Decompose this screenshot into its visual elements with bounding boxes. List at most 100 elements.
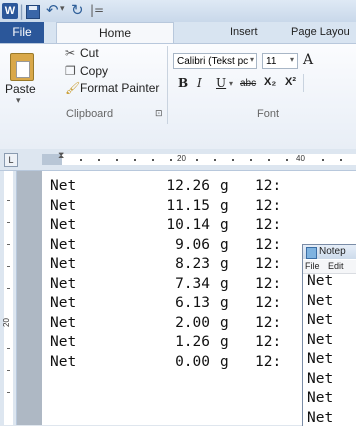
tab-page-layout[interactable]: Page Layou <box>291 22 350 43</box>
clipboard-launcher-icon[interactable]: ⊡ <box>155 108 163 119</box>
ruler-tick <box>98 159 100 161</box>
line-unit: g <box>220 334 229 350</box>
font-group-label: Font <box>257 108 280 120</box>
notepad-menu-file[interactable]: File <box>305 260 320 273</box>
qat-separator: | <box>19 2 25 20</box>
line-unit: g <box>220 295 229 311</box>
notepad-line: Net <box>307 292 334 309</box>
notepad-line: Net <box>307 390 334 406</box>
line-label: Net <box>50 334 77 350</box>
ruler-track <box>42 154 356 165</box>
line-time: 12: <box>255 236 282 253</box>
notepad-line: Net <box>307 409 334 426</box>
customize-qat-icon[interactable]: |= <box>90 3 104 17</box>
undo-dropdown-icon[interactable]: ▾ <box>60 4 65 14</box>
indent-marker-icon[interactable]: ⧗ <box>58 150 64 161</box>
line-value: 7.34 <box>175 275 210 292</box>
vertical-ruler-tick <box>7 392 10 393</box>
notepad-line: Net <box>307 351 334 367</box>
copy-button[interactable]: Copy <box>80 64 108 78</box>
subscript-button[interactable]: X₂ <box>264 76 276 88</box>
bold-button[interactable]: B <box>178 76 188 90</box>
undo-icon[interactable]: ↶ <box>46 1 59 19</box>
line-label: Net <box>50 295 77 311</box>
line-value: 8.23 <box>175 256 210 272</box>
font-name-value: Calibri (Tekst pc <box>177 56 249 67</box>
underline-dropdown-icon[interactable]: ▾ <box>229 79 233 88</box>
notepad-app-icon <box>306 247 317 259</box>
paste-dropdown-icon[interactable]: ▾ <box>16 95 21 106</box>
line-time: 12: <box>255 353 282 370</box>
notepad-line: Net <box>307 370 334 387</box>
paste-button[interactable]: Paste <box>5 82 36 96</box>
clipboard-group-label: Clipboard <box>66 108 114 120</box>
line-value: 11.15 <box>166 197 210 214</box>
line-time: 12: <box>255 197 282 214</box>
word-app-icon[interactable]: W <box>2 3 18 19</box>
line-value: 0.00 <box>175 353 210 370</box>
line-unit: g <box>220 197 229 214</box>
tab-home[interactable]: Home <box>56 22 174 43</box>
font-name-dropdown[interactable]: Calibri (Tekst pc <box>173 53 257 69</box>
line-value: 9.06 <box>175 236 210 253</box>
copy-icon[interactable]: ❐ <box>65 64 76 78</box>
font-name-dropdown-icon[interactable]: ▾ <box>250 55 254 64</box>
line-time: 12: <box>255 217 282 233</box>
line-label: Net <box>50 236 77 253</box>
cut-icon[interactable]: ✂ <box>65 46 75 60</box>
ruler-tick <box>170 159 172 161</box>
strikethrough-button[interactable]: abc <box>240 78 256 89</box>
grow-font-button[interactable]: A <box>303 52 313 68</box>
line-label: Net <box>50 314 77 331</box>
tab-insert[interactable]: Insert <box>230 22 258 43</box>
ribbon-group-divider <box>167 46 168 124</box>
notepad-menu-edit[interactable]: Edit <box>328 260 344 273</box>
ruler-tick <box>134 159 136 161</box>
line-time: 12: <box>255 256 282 272</box>
line-label: Net <box>50 178 77 194</box>
ruler-tick <box>116 159 118 161</box>
line-time: 12: <box>255 178 282 194</box>
tab-file[interactable]: File <box>0 22 44 43</box>
line-label: Net <box>50 197 77 214</box>
line-unit: g <box>220 314 229 331</box>
vertical-ruler-number: 20 <box>1 318 11 327</box>
vertical-ruler-tick <box>7 288 10 289</box>
ruler-tick <box>250 159 252 161</box>
vertical-ruler-tick <box>7 244 10 245</box>
font-size-dropdown-icon[interactable]: ▾ <box>290 55 294 64</box>
paste-icon[interactable] <box>10 53 34 81</box>
cut-button[interactable]: Cut <box>80 46 99 60</box>
vertical-ruler-tick <box>7 200 10 201</box>
ruler-tick <box>152 159 154 161</box>
line-time: 12: <box>255 275 282 292</box>
redo-icon[interactable]: ↻ <box>71 1 84 19</box>
ruler-tick <box>322 159 324 161</box>
line-value: 2.00 <box>175 314 210 331</box>
ruler-number-20: 20 <box>177 154 186 163</box>
ruler-tick <box>340 159 342 161</box>
line-value: 6.13 <box>175 295 210 311</box>
format-painter-button[interactable]: Format Painter <box>80 81 159 95</box>
format-painter-icon[interactable]: 🖌 <box>65 81 80 95</box>
ruler-tick <box>80 159 82 161</box>
line-label: Net <box>50 256 77 272</box>
notepad-line: Net <box>307 331 334 348</box>
notepad-line: Net <box>307 312 334 328</box>
ruler-tick <box>232 159 234 161</box>
italic-button[interactable]: I <box>197 76 202 90</box>
vertical-ruler-tick <box>7 222 10 223</box>
line-value: 10.14 <box>166 217 210 233</box>
notepad-menu-bar: File Edit <box>303 260 356 274</box>
tab-stop-selector[interactable]: L <box>4 153 18 167</box>
superscript-button[interactable]: X² <box>285 76 296 88</box>
line-value: 1.26 <box>175 334 210 350</box>
ruler-number-40: 40 <box>296 154 305 163</box>
line-unit: g <box>220 256 229 272</box>
line-unit: g <box>220 236 229 253</box>
line-label: Net <box>50 275 77 292</box>
line-unit: g <box>220 275 229 292</box>
save-icon[interactable] <box>26 5 40 19</box>
line-time: 12: <box>255 334 282 350</box>
underline-button[interactable]: U <box>216 76 226 90</box>
